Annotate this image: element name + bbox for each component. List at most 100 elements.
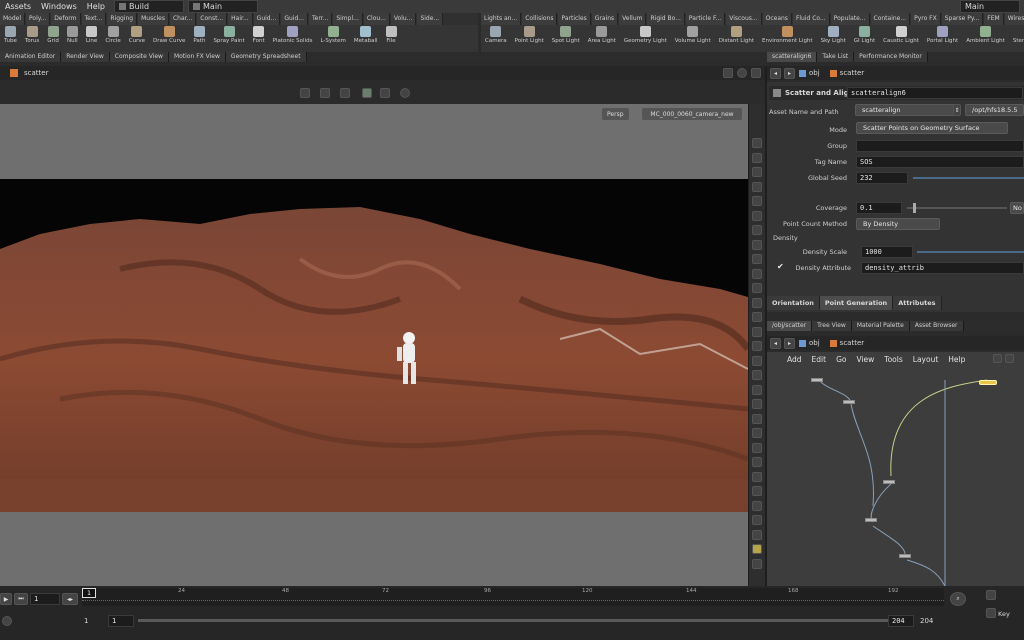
asset-arrow-icon[interactable]: ⇕ <box>953 104 961 116</box>
coverage-field[interactable]: 0.1 <box>856 202 902 214</box>
viewport-tool-icon[interactable] <box>752 225 762 235</box>
viewport-tool-icon[interactable] <box>752 254 762 264</box>
viewport-tool-icon[interactable] <box>752 486 762 496</box>
viewport-tool-icon[interactable] <box>752 355 762 366</box>
seed-slider[interactable] <box>913 177 1024 179</box>
shelf-tab[interactable]: Muscles <box>138 13 169 25</box>
shelf-tool[interactable]: Sky Light <box>817 25 850 52</box>
shelf-tool[interactable]: Null <box>63 25 82 52</box>
network-editor[interactable]: Add Edit Go View Tools Layout Help <box>767 352 1024 586</box>
dscale-slider[interactable] <box>917 251 1024 253</box>
shelf-tool[interactable]: Torus <box>21 25 43 52</box>
shelf-tool[interactable]: Font <box>249 25 269 52</box>
shelf-tool[interactable]: Area Light <box>584 25 620 52</box>
viewport-tool-icon[interactable] <box>752 210 762 221</box>
asset-path[interactable]: /opt/hfs18.5.5 <box>965 104 1024 116</box>
network-menu-item[interactable]: Layout <box>913 355 939 364</box>
path-obj[interactable]: obj <box>809 69 820 77</box>
viewport-tool-icon[interactable] <box>752 181 762 192</box>
viewer-path[interactable]: scatter <box>24 69 48 77</box>
shelf-tab[interactable]: Vellum <box>619 13 647 25</box>
shelf-tab[interactable]: Side... <box>417 13 444 25</box>
network-menu-item[interactable]: View <box>856 355 874 364</box>
settings-icon[interactable] <box>751 68 761 78</box>
shelf-tool[interactable]: L-System <box>316 25 349 52</box>
shelf-tab[interactable]: Rigging <box>107 13 138 25</box>
network-node[interactable] <box>883 480 895 484</box>
network-tab[interactable]: Asset Browser <box>909 321 964 331</box>
shelf-tool[interactable]: Metaball <box>350 25 382 52</box>
pin-icon[interactable] <box>723 68 733 78</box>
left-pane-tab[interactable]: Geometry Spreadsheet <box>225 52 307 62</box>
viewport-tool-icon[interactable] <box>752 326 762 337</box>
range-slider[interactable] <box>138 619 888 622</box>
net-path-obj[interactable]: obj <box>809 339 820 347</box>
desktop-selector[interactable]: Build <box>114 0 185 13</box>
right-pane-tab[interactable]: scatteralign6 <box>767 52 818 62</box>
menu-assets[interactable]: Assets <box>0 2 36 11</box>
viewport-tool-icon[interactable] <box>752 196 762 206</box>
shelf-tool[interactable]: Tube <box>0 25 21 52</box>
shelf-tool[interactable]: Circle <box>101 25 124 52</box>
shelf-tab[interactable]: FEM <box>984 13 1004 25</box>
left-pane-tab[interactable]: Animation Editor <box>0 52 62 62</box>
shelf-tool[interactable]: Geometry Light <box>620 25 671 52</box>
search-icon[interactable]: ⌕ <box>950 592 966 606</box>
shelf-tab[interactable]: Collisions <box>522 13 558 25</box>
persp-menu[interactable]: Persp <box>602 108 629 120</box>
shelf-tab[interactable]: Grains <box>591 13 619 25</box>
shelf-tab[interactable]: Hair... <box>228 13 253 25</box>
timeline-ruler[interactable]: 1 24 48 72 96 120 144 168 192 <box>82 588 944 606</box>
path-node[interactable]: scatter <box>840 69 864 77</box>
key-filter-icon[interactable] <box>986 590 996 600</box>
shelf-tool[interactable]: Camera <box>481 25 511 52</box>
network-menu-item[interactable]: Add <box>787 355 802 364</box>
shelf-tab[interactable]: Volu... <box>390 13 417 25</box>
param-tab[interactable]: Orientation <box>767 296 820 310</box>
shelf-tool[interactable]: Point Light <box>511 25 548 52</box>
net-path-node[interactable]: scatter <box>840 339 864 347</box>
skip-end-icon[interactable]: ⏭ <box>14 593 28 605</box>
shelf-tab[interactable]: Const... <box>197 13 228 25</box>
right-pane-tab[interactable]: Performance Monitor <box>854 52 928 62</box>
param-tab[interactable]: Attributes <box>893 296 942 310</box>
snap-icon[interactable] <box>362 88 372 98</box>
param-tab[interactable]: Point Generation <box>819 296 894 310</box>
left-pane-tab[interactable]: Composite View <box>109 52 169 62</box>
coverage-mode-dropdown[interactable]: No <box>1010 202 1024 214</box>
viewport-tool-icon[interactable] <box>752 239 762 250</box>
right-desktop-selector[interactable]: Main <box>960 0 1020 13</box>
shelf-tool[interactable]: Distant Light <box>715 25 758 52</box>
viewport-tool-icon[interactable] <box>752 558 762 569</box>
key-mode-icon[interactable] <box>986 608 996 618</box>
shelf-tool[interactable]: Platonic Solids <box>269 25 317 52</box>
display-icon[interactable] <box>380 88 390 98</box>
shelf-tab[interactable]: Wires <box>1004 13 1024 25</box>
range-start-field[interactable]: 1 <box>108 615 134 627</box>
network-tab[interactable]: Material Palette <box>851 321 910 331</box>
mode-dropdown[interactable]: Scatter Points on Geometry Surface <box>856 122 1008 134</box>
shelf-tab[interactable]: Viscous... <box>726 13 762 25</box>
shelf-tool[interactable]: File <box>382 25 401 52</box>
network-menu-item[interactable]: Help <box>948 355 965 364</box>
net-options-icon[interactable] <box>993 354 1002 363</box>
density-attrib-checkbox[interactable]: ✔ <box>777 262 786 271</box>
realtime-icon[interactable] <box>2 616 12 626</box>
network-tab[interactable]: Tree View <box>812 321 852 331</box>
current-frame-field[interactable]: 1 <box>30 593 60 605</box>
viewport-tool-icon[interactable] <box>752 341 762 351</box>
select-tool-icon[interactable] <box>300 88 310 98</box>
network-menu-item[interactable]: Go <box>836 355 846 364</box>
menu-windows[interactable]: Windows <box>36 2 82 11</box>
menu-help[interactable]: Help <box>82 2 110 11</box>
shelf-tab[interactable]: Particle F... <box>685 13 726 25</box>
viewport[interactable]: Persp MC_000_0060_camera_new <box>0 104 748 586</box>
dattr-field[interactable]: density_attrib <box>861 262 1024 274</box>
shelf-tool[interactable]: Environment Light <box>758 25 817 52</box>
shelf-tab[interactable]: Simpl... <box>333 13 363 25</box>
net-back-icon[interactable]: ◂ <box>770 337 781 349</box>
viewport-tool-icon[interactable] <box>752 312 762 322</box>
shelf-tab[interactable]: Particles <box>558 13 591 25</box>
viewport-tool-icon[interactable] <box>752 544 762 554</box>
shelf-tab[interactable]: Guid... <box>253 13 281 25</box>
